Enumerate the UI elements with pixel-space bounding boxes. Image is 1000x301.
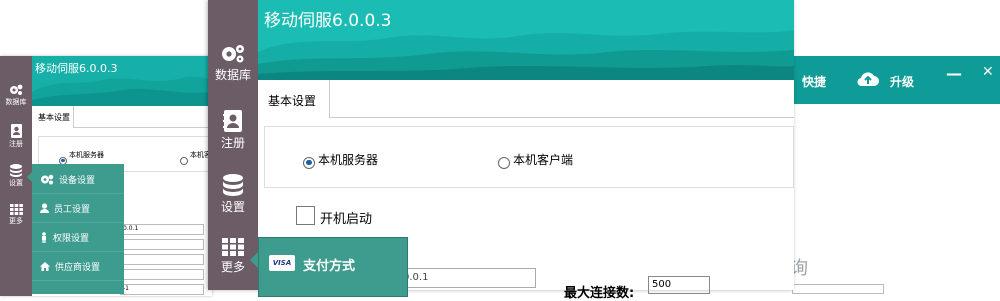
menu-item-label: 支付方式 (303, 259, 356, 274)
gears-icon (208, 44, 258, 64)
background-header: 快捷 升级 — ✕ (790, 56, 1000, 104)
small-field[interactable] (120, 269, 204, 280)
small-sidebar-item-database[interactable]: 数据库 (0, 84, 32, 107)
tab-bar: 基本设置 (262, 80, 794, 118)
radio-server[interactable] (303, 152, 315, 171)
background-input[interactable] (792, 284, 884, 294)
autostart-label: 开机启动 (320, 212, 373, 227)
shortcut-button[interactable]: 快捷 (802, 73, 826, 90)
person-icon (40, 231, 53, 243)
small-sidebar-label: 注册 (9, 140, 23, 148)
small-tab-basic-settings[interactable]: 基本设置 (34, 106, 74, 128)
main-sidebar: 数据库 注册 设置 更多 (208, 0, 258, 290)
small-sidebar-item-more[interactable]: 更多 (0, 204, 32, 226)
close-button[interactable]: ✕ (982, 64, 994, 80)
main-title-bar: 移动伺服6.0.0.3 (258, 0, 794, 80)
cloud-upload-icon[interactable] (856, 69, 880, 89)
contact-book-icon (0, 124, 32, 138)
sidebar-label: 更多 (220, 260, 245, 274)
main-window-title: 移动伺服6.0.0.3 (264, 11, 392, 31)
sidebar-label: 注册 (220, 136, 245, 150)
small-window-title: 移动伺服6.0.0.3 (35, 62, 118, 75)
small-title-bar: 移动伺服6.0.0.3 (32, 56, 212, 106)
small-sidebar-label: 更多 (9, 217, 23, 225)
menu-item-staff-settings[interactable]: 员工设置 (32, 194, 124, 223)
sidebar-item-settings[interactable]: 设置 (208, 174, 258, 215)
gears-icon (0, 84, 32, 96)
small-sidebar-label: 数据库 (5, 98, 27, 106)
radio-server-label: 本机服务器 (318, 153, 379, 167)
menu-item-device-settings[interactable]: 设备设置 (32, 165, 124, 194)
menu-item-label: 设备设置 (59, 175, 96, 186)
small-field[interactable] (120, 254, 204, 265)
sidebar-item-register[interactable]: 注册 (208, 110, 258, 151)
ip-field[interactable]: 0.0.1 (398, 268, 536, 288)
sidebar-label: 设置 (220, 200, 245, 214)
tab-basic-settings[interactable]: 基本设置 (262, 80, 330, 118)
user-icon (40, 203, 54, 213)
minimize-button[interactable]: — (946, 64, 962, 83)
menu-item-supplier-settings[interactable]: 供应商设置 (32, 252, 124, 281)
gears-icon (40, 174, 59, 185)
menu-item-label: 权限设置 (53, 233, 90, 244)
max-connections-label: 最大连接数: (564, 286, 635, 301)
grid-icon (0, 204, 32, 215)
sidebar-label: 数据库 (214, 68, 251, 82)
run-mode-group: 本机服务器 本机客户端 (264, 126, 794, 188)
small-tab-bar: 基本设置 (34, 106, 212, 128)
small-radio-client[interactable] (180, 150, 188, 169)
small-field[interactable] (120, 239, 204, 250)
radio-client-label: 本机客户端 (513, 153, 574, 167)
visa-card-icon: VISA (269, 255, 295, 271)
menu-item-label: 供应商设置 (55, 262, 101, 273)
upgrade-button[interactable]: 升级 (890, 73, 914, 90)
home-icon (40, 261, 55, 271)
more-menu: VISA 支付方式 (250, 237, 408, 297)
menu-pointer (250, 252, 258, 268)
menu-item-permission-settings[interactable]: 权限设置 (32, 223, 124, 252)
max-connections-input[interactable]: 500 (648, 276, 710, 294)
small-sidebar-label: 设置 (9, 179, 23, 187)
small-sidebar-item-register[interactable]: 注册 (0, 124, 32, 149)
contact-book-icon (208, 110, 258, 132)
small-field-ip[interactable]: 0.0.1 (120, 224, 204, 235)
radio-client[interactable] (498, 152, 510, 171)
autostart-checkbox[interactable] (296, 206, 315, 225)
menu-item-label: 员工设置 (54, 204, 91, 215)
menu-item-payment-method[interactable]: VISA 支付方式 (259, 238, 407, 286)
sidebar-item-database[interactable]: 数据库 (208, 44, 258, 83)
database-icon (208, 174, 258, 196)
small-settings-menu: 设备设置 员工设置 权限设置 供应商设置 (27, 164, 124, 294)
small-radio-server-label: 本机服务器 (69, 151, 104, 159)
